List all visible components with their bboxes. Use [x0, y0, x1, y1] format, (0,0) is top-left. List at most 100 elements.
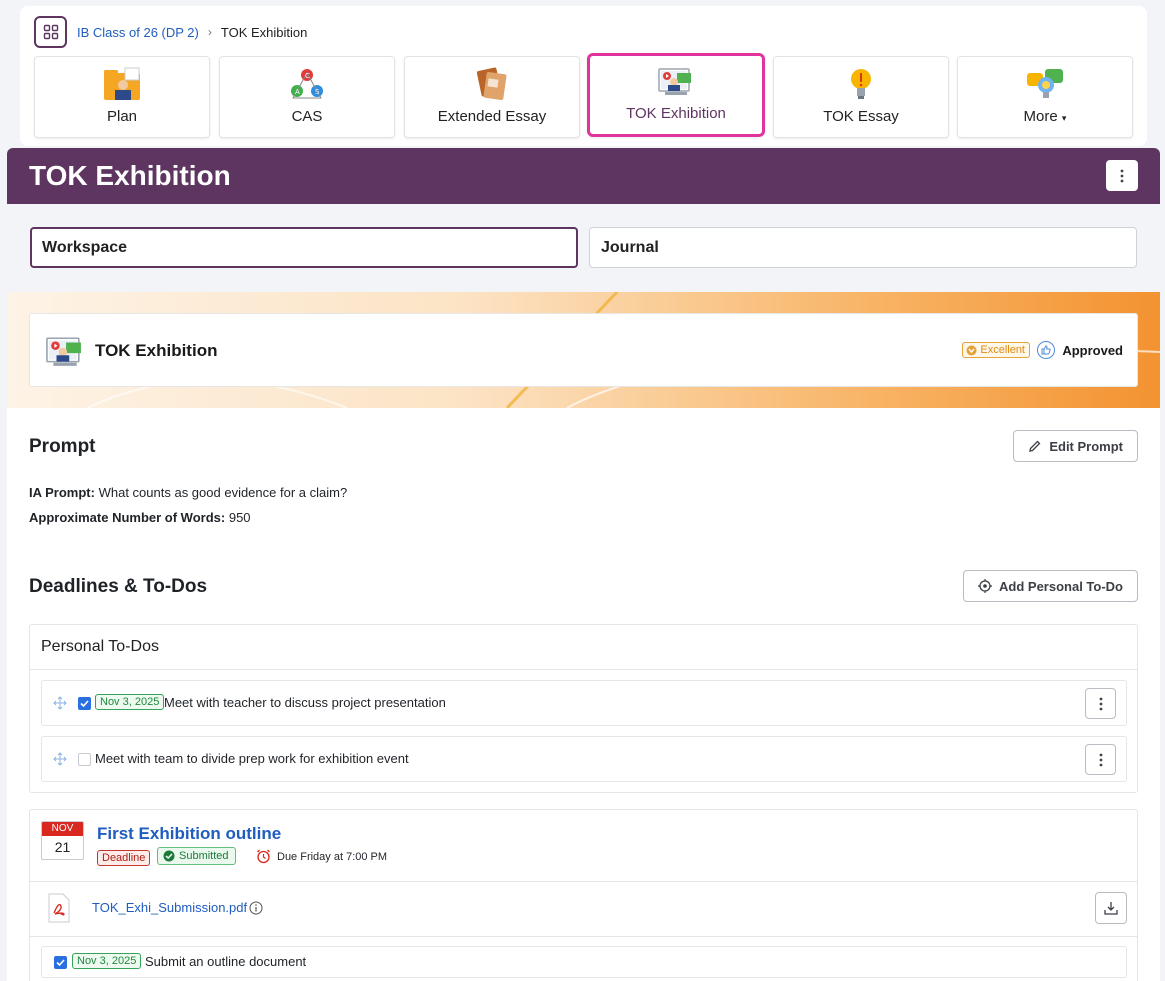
divider: [30, 881, 1137, 882]
due-info: Due Friday at 7:00 PM: [256, 849, 387, 864]
page-title: TOK Exhibition: [29, 160, 231, 191]
books-icon: [472, 66, 512, 102]
exhibition-screen-icon: [44, 334, 86, 368]
download-button[interactable]: [1095, 892, 1127, 924]
check-icon: [80, 700, 89, 708]
kebab-icon: [1099, 697, 1102, 710]
grade-badge: Excellent: [962, 342, 1030, 358]
drag-handle-icon[interactable]: [53, 696, 67, 710]
medal-icon: [966, 345, 977, 355]
tab-journal[interactable]: Journal: [589, 227, 1137, 268]
svg-text:A: A: [295, 88, 300, 96]
assignment-card: NOV 21 First Exhibition outline Deadline…: [29, 809, 1138, 981]
todo-options-button[interactable]: [1085, 744, 1116, 775]
approval-status: Approved: [1062, 343, 1123, 358]
divider: [30, 936, 1137, 937]
ia-prompt-label: IA Prompt:: [29, 485, 95, 500]
assignment-title-link[interactable]: First Exhibition outline: [97, 824, 281, 844]
todo-row: Nov 3, 2025 Meet with teacher to discuss…: [41, 680, 1127, 726]
cas-triangle-icon: CA S: [287, 66, 327, 102]
ia-prompt-value: What counts as good evidence for a claim…: [98, 485, 348, 500]
submitted-badge: Submitted: [157, 847, 236, 865]
svg-text:C: C: [305, 72, 310, 80]
tile-label-more: More ▾: [1023, 108, 1067, 125]
todo-row: Meet with team to divide prep work for e…: [41, 736, 1127, 782]
project-banner: TOK Exhibition Excellent Approved: [7, 292, 1160, 408]
breadcrumb-parent-link[interactable]: IB Class of 26 (DP 2): [77, 25, 199, 40]
exhibition-screen-icon: [656, 63, 696, 99]
pencil-icon: [1029, 440, 1041, 452]
calendar-month: NOV: [42, 822, 83, 836]
page-options-button[interactable]: [1106, 160, 1138, 191]
breadcrumb-current: TOK Exhibition: [220, 24, 308, 40]
word-count-label: Approximate Number of Words:: [29, 510, 226, 525]
due-text: Due Friday at 7:00 PM: [277, 850, 388, 863]
pdf-file-icon: [48, 893, 70, 923]
project-title: TOK Exhibition: [95, 341, 218, 360]
drag-handle-icon[interactable]: [53, 752, 67, 766]
personal-todos-card: Personal To-Dos Nov 3, 2025 Meet with te…: [29, 624, 1138, 793]
alarm-clock-icon: [257, 849, 270, 864]
calendar-date-icon: NOV 21: [41, 821, 84, 860]
tile-cas[interactable]: CAS CAS: [219, 56, 395, 138]
caret-down-icon: ▾: [1061, 113, 1067, 123]
ia-prompt-line: IA Prompt: What counts as good evidence …: [29, 485, 347, 500]
target-icon: [978, 579, 993, 593]
more-chat-icon: [1025, 66, 1065, 102]
plan-folder-icon: [102, 66, 142, 102]
tile-tok-exhibition[interactable]: TOK Exhibition: [587, 53, 765, 137]
deadlines-heading: Deadlines & To-Dos: [29, 576, 208, 597]
personal-todos-heading: Personal To-Dos: [30, 625, 1137, 670]
thumbs-up-icon: [1037, 341, 1055, 359]
info-icon[interactable]: [249, 901, 263, 915]
apps-grid-icon[interactable]: [34, 16, 67, 48]
tile-extended-essay[interactable]: Extended Essay: [404, 56, 580, 138]
calendar-day: 21: [54, 839, 71, 855]
subtask-row: Nov 3, 2025 Submit an outline document: [41, 946, 1127, 978]
tile-label: TOK Exhibition: [626, 105, 726, 122]
subtask-text: Submit an outline document: [145, 954, 307, 969]
subtask-checkbox[interactable]: [54, 956, 67, 969]
lightbulb-icon: [841, 66, 881, 102]
edit-prompt-label: Edit Prompt: [1049, 438, 1123, 454]
main-content: Prompt Edit Prompt IA Prompt: What count…: [7, 408, 1160, 981]
add-personal-todo-button[interactable]: Add Personal To-Do: [963, 570, 1138, 602]
tile-label: Extended Essay: [437, 108, 547, 125]
submitted-label: Submitted: [179, 850, 229, 862]
tab-workspace[interactable]: Workspace: [30, 227, 578, 268]
todo-options-button[interactable]: [1085, 688, 1116, 719]
edit-prompt-button[interactable]: Edit Prompt: [1013, 430, 1138, 462]
svg-text:S: S: [315, 88, 320, 96]
todo-text: Meet with team to divide prep work for e…: [95, 751, 409, 766]
prompt-heading: Prompt: [29, 436, 96, 457]
todo-date-badge: Nov 3, 2025: [95, 694, 165, 710]
breadcrumb: IB Class of 26 (DP 2) › TOK Exhibition: [34, 16, 307, 48]
download-icon: [1104, 902, 1118, 915]
tile-label: Plan: [106, 108, 138, 125]
tile-label: CAS: [291, 108, 323, 125]
tile-more[interactable]: More ▾: [957, 56, 1133, 138]
todo-checkbox[interactable]: [78, 697, 91, 710]
tile-tok-essay[interactable]: TOK Essay: [773, 56, 949, 138]
tile-label: TOK Essay: [823, 108, 899, 125]
check-circle-icon: [163, 850, 175, 862]
word-count-value: 950: [228, 510, 251, 525]
program-tiles: Plan CAS CAS Extended Essay TOK Exhibiti…: [34, 53, 1133, 138]
project-card: TOK Exhibition Excellent Approved: [29, 313, 1138, 387]
chevron-right-icon: ›: [207, 25, 212, 39]
tile-plan[interactable]: Plan: [34, 56, 210, 138]
check-icon: [56, 959, 65, 967]
kebab-icon: [1099, 753, 1102, 766]
deadline-badge: Deadline: [97, 850, 151, 866]
subtask-date-badge: Nov 3, 2025: [72, 953, 142, 969]
todo-text: Meet with teacher to discuss project pre…: [164, 695, 446, 710]
file-link[interactable]: TOK_Exhi_Submission.pdf: [92, 900, 263, 915]
program-header-card: IB Class of 26 (DP 2) › TOK Exhibition P…: [20, 6, 1147, 146]
todo-checkbox[interactable]: [78, 753, 91, 766]
workspace-tabs: Workspace Journal: [7, 204, 1160, 292]
page-header: TOK Exhibition: [7, 148, 1160, 204]
add-todo-label: Add Personal To-Do: [999, 578, 1123, 594]
kebab-icon: [1120, 169, 1124, 182]
grade-badge-label: Excellent: [980, 344, 1025, 356]
file-name: TOK_Exhi_Submission.pdf: [92, 900, 248, 915]
